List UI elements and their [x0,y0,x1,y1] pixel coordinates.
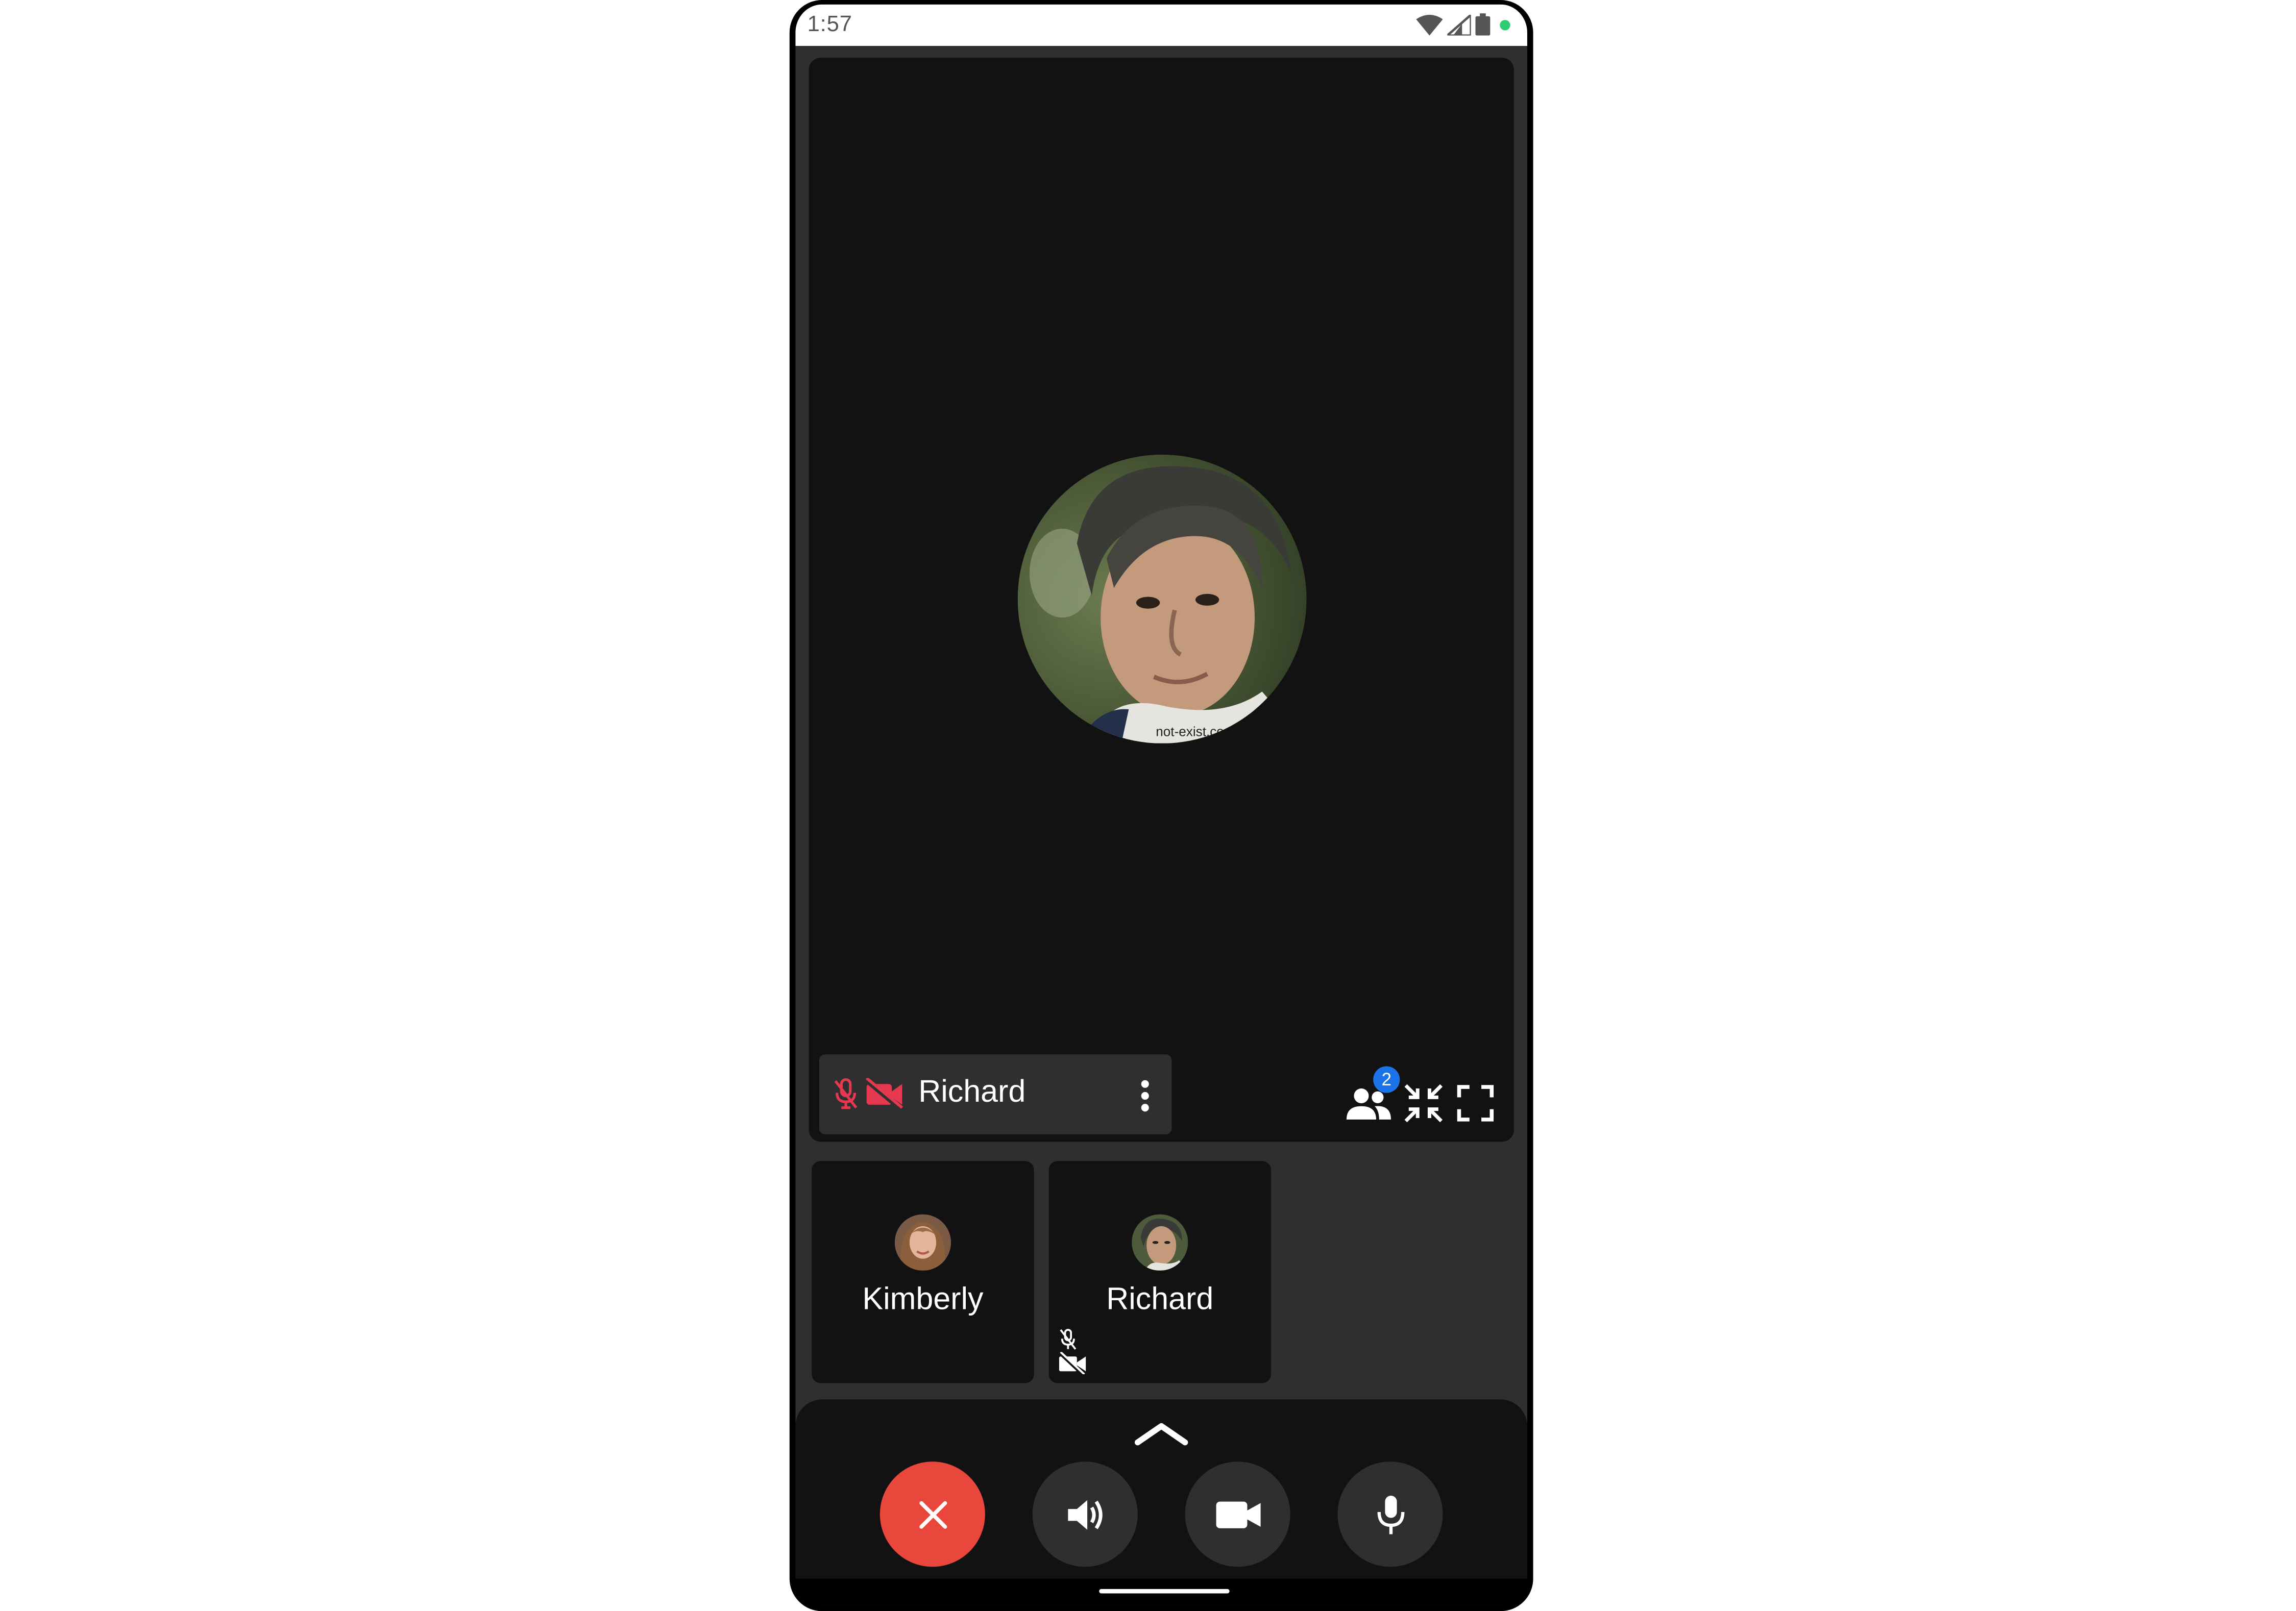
home-indicator[interactable] [1099,1589,1230,1594]
participant-tile-richard[interactable]: Richard [1048,1161,1271,1383]
video-camera-icon [1215,1501,1260,1528]
participant-name: Kimberly [862,1282,984,1317]
more-options-icon[interactable] [1133,1078,1157,1114]
wifi-icon [1416,14,1443,35]
video-off-icon [1058,1352,1086,1375]
pill-status-icons [834,1078,905,1111]
mic-off-icon [1060,1329,1077,1350]
camera-button[interactable] [1185,1461,1290,1567]
kimberly-avatar [894,1214,951,1271]
participants-button[interactable]: 2 [1345,1066,1400,1122]
speaker-button[interactable] [1032,1461,1138,1567]
tile-controls: 2 [1345,1066,1496,1124]
chevron-up-icon[interactable] [1134,1420,1188,1447]
microphone-icon [1377,1495,1404,1534]
richard-status-icons [1058,1328,1087,1375]
participant-name: Richard [1106,1282,1214,1317]
main-video-tile[interactable]: not-exist.com Richard 2 [809,58,1514,1142]
status-dot-icon [1500,19,1510,30]
end-call-button[interactable] [880,1461,985,1567]
participant-name-pill: Richard [819,1054,1172,1134]
avatar-watermark: not-exist.com [1156,724,1235,739]
call-controls-sheet [795,1399,1527,1605]
battery-icon [1475,13,1491,36]
main-participant-avatar: not-exist.com [1017,454,1307,743]
status-icons [1416,13,1512,36]
mic-off-icon [834,1078,858,1109]
stage: 1:57 not-exist.com Richard 2 Kimberly Ri… [0,0,2296,1611]
phone-frame: 1:57 not-exist.com Richard 2 Kimberly Ri… [789,0,1533,1611]
navigation-bar [795,1578,1527,1605]
close-icon [918,1500,946,1528]
main-participant-name: Richard [918,1075,1026,1109]
microphone-button[interactable] [1337,1461,1443,1567]
status-bar: 1:57 [795,4,1527,46]
cellular-icon [1447,14,1471,35]
participant-count-badge: 2 [1373,1066,1400,1093]
participant-tile-kimberly[interactable]: Kimberly [812,1161,1034,1383]
status-time: 1:57 [807,12,852,37]
collapse-icon[interactable] [1403,1082,1444,1124]
speaker-icon [1067,1499,1102,1529]
fullscreen-icon[interactable] [1455,1082,1496,1124]
video-off-icon [863,1078,903,1111]
richard-avatar [1132,1214,1188,1271]
